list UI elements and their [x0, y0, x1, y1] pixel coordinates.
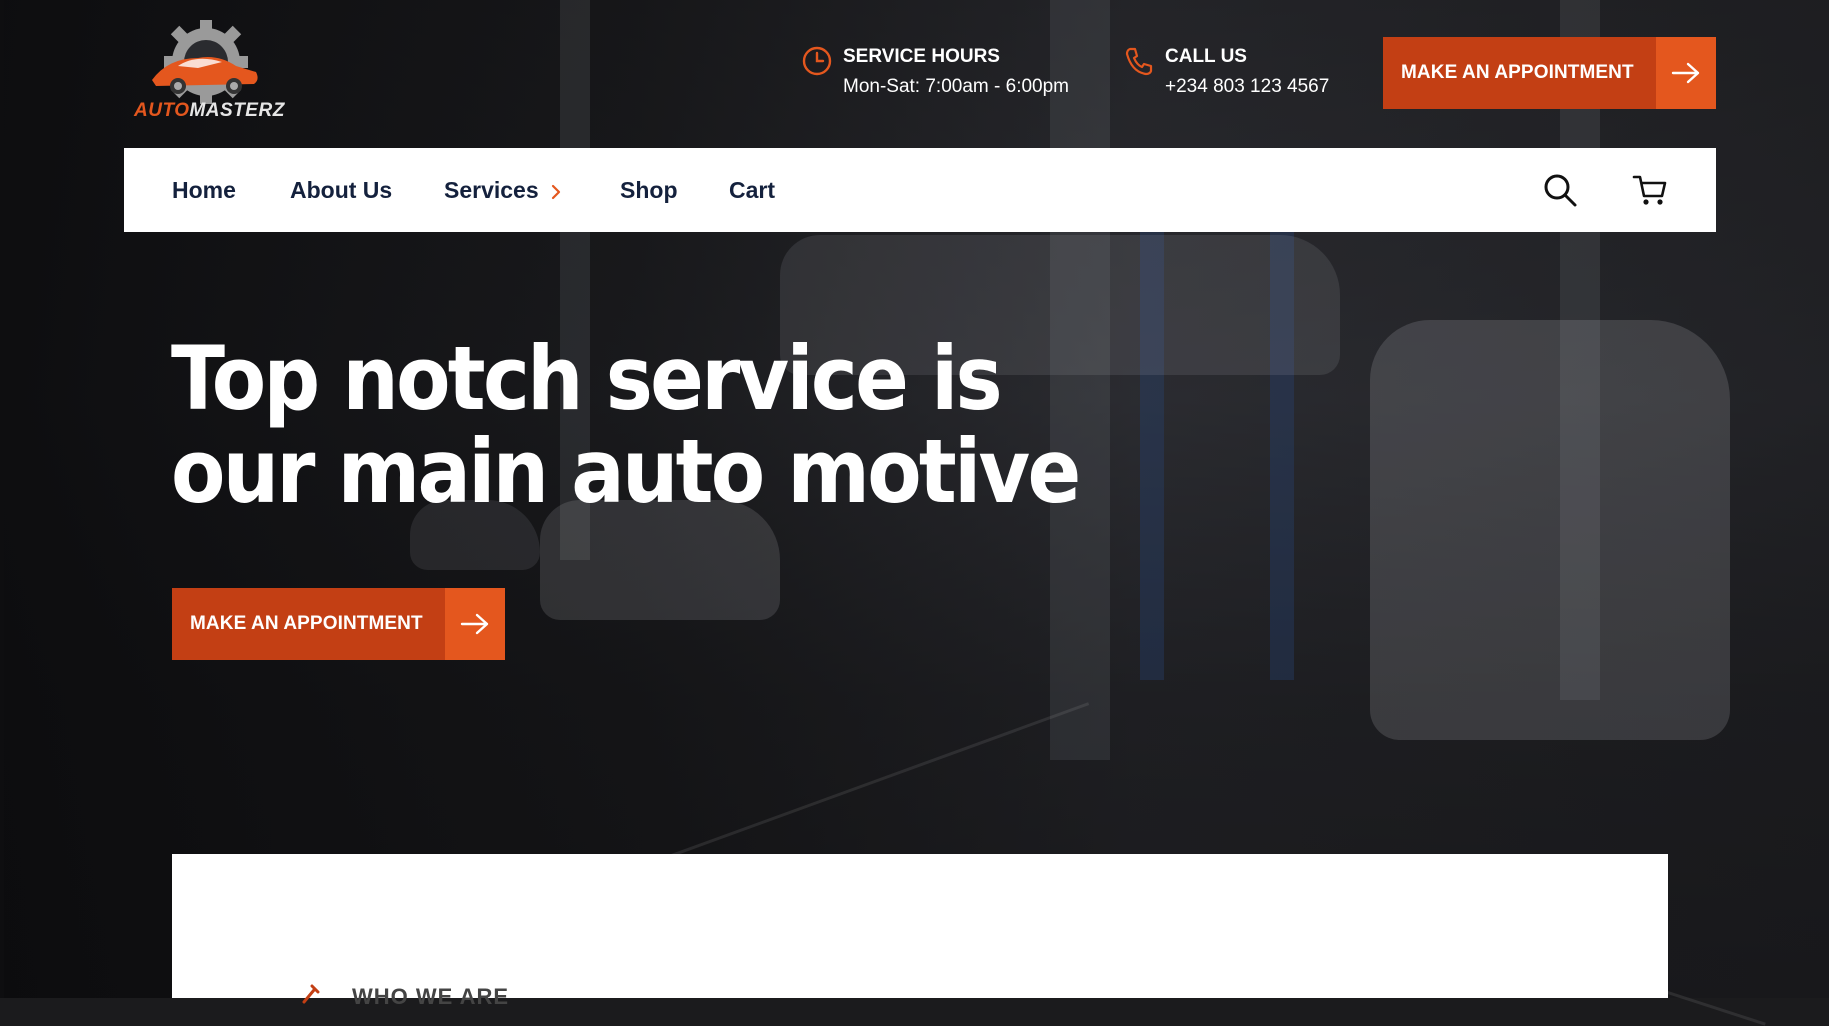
- cart-icon[interactable]: [1632, 172, 1668, 208]
- call-us-phone[interactable]: +234 803 123 4567: [1165, 76, 1329, 98]
- arrow-right-icon: [1656, 37, 1716, 109]
- main-nav: Home About Us Services Shop Cart: [124, 148, 1716, 232]
- about-card: WHO WE ARE: [172, 854, 1668, 1009]
- nav-home[interactable]: Home: [172, 148, 236, 232]
- hero-title: Top notch service is our main auto motiv…: [171, 327, 1081, 523]
- about-eyebrow: WHO WE ARE: [352, 984, 510, 1009]
- garage-pillar: [1050, 0, 1110, 760]
- nav-cart[interactable]: Cart: [729, 148, 775, 232]
- search-icon[interactable]: [1542, 172, 1578, 208]
- arrow-right-icon: [445, 588, 505, 660]
- hero-appointment-label: MAKE AN APPOINTMENT: [190, 613, 423, 634]
- header-appointment-button[interactable]: MAKE AN APPOINTMENT: [1383, 37, 1716, 109]
- service-hours-value: Mon-Sat: 7:00am - 6:00pm: [843, 76, 1069, 97]
- nav-services-label: Services: [444, 177, 539, 203]
- hatchback-car: [1370, 320, 1730, 740]
- nav-about-us[interactable]: About Us: [290, 148, 392, 232]
- hero-appointment-button[interactable]: MAKE AN APPOINTMENT: [172, 588, 505, 660]
- gear-car-logo-icon: [152, 20, 258, 104]
- nav-shop[interactable]: Shop: [620, 148, 678, 232]
- hero-title-line1: Top notch service is: [171, 327, 1003, 430]
- hero-title-line2: our main auto motive: [171, 420, 1081, 523]
- nav-services[interactable]: Services: [444, 148, 561, 232]
- brand-name-part1: AUTO: [134, 100, 190, 121]
- window-edge: [0, 0, 4, 998]
- call-us-title: CALL US: [1165, 46, 1247, 67]
- chevron-right-icon: [551, 184, 560, 200]
- brand-name-part2: MASTERZ: [189, 100, 285, 121]
- wrench-icon: [302, 984, 320, 1004]
- phone-icon: [1125, 47, 1153, 76]
- service-hours-title: SERVICE HOURS: [843, 46, 1000, 67]
- clock-icon: [802, 46, 832, 76]
- brand-logo[interactable]: AUTOMASTERZ: [134, 18, 294, 128]
- header-appointment-label: MAKE AN APPOINTMENT: [1401, 62, 1634, 83]
- brand-wordmark: AUTOMASTERZ: [134, 100, 285, 122]
